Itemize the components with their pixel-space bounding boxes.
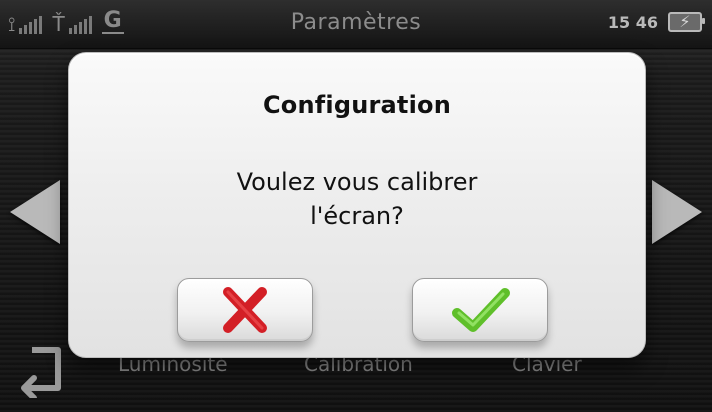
status-bar: ⟟ Ť G Paramètres 15 46 ⚡ <box>0 0 712 49</box>
charging-bolt-icon: ⚡ <box>679 12 691 31</box>
return-arrow-icon[interactable] <box>14 340 70 398</box>
dialog-title: Configuration <box>262 91 452 119</box>
background-menu: Luminosité Calibration Clavier <box>0 352 712 392</box>
dialog-message-line-1: Voulez vous calibrer <box>236 168 478 196</box>
dialog-message-line-2: l'écran? <box>310 202 404 230</box>
page-title: Paramètres <box>290 10 422 35</box>
confirmation-dialog: Configuration Voulez vous calibrer l'écr… <box>68 52 646 358</box>
confirm-button[interactable] <box>412 278 548 342</box>
red-x-icon <box>223 287 267 333</box>
clock: 15 46 <box>607 12 658 32</box>
green-check-icon <box>452 288 510 332</box>
battery-charging-icon: ⚡ <box>668 12 705 32</box>
status-right: 15 46 ⚡ <box>607 12 705 32</box>
right-arrow-icon[interactable] <box>652 180 702 244</box>
dialog-message: Voulez vous calibrer l'écran? <box>69 165 645 233</box>
left-arrow-icon[interactable] <box>10 180 60 244</box>
cancel-button[interactable] <box>177 278 313 342</box>
screen: ⟟ Ť G Paramètres 15 46 ⚡ Luminosité Cali… <box>0 0 712 412</box>
